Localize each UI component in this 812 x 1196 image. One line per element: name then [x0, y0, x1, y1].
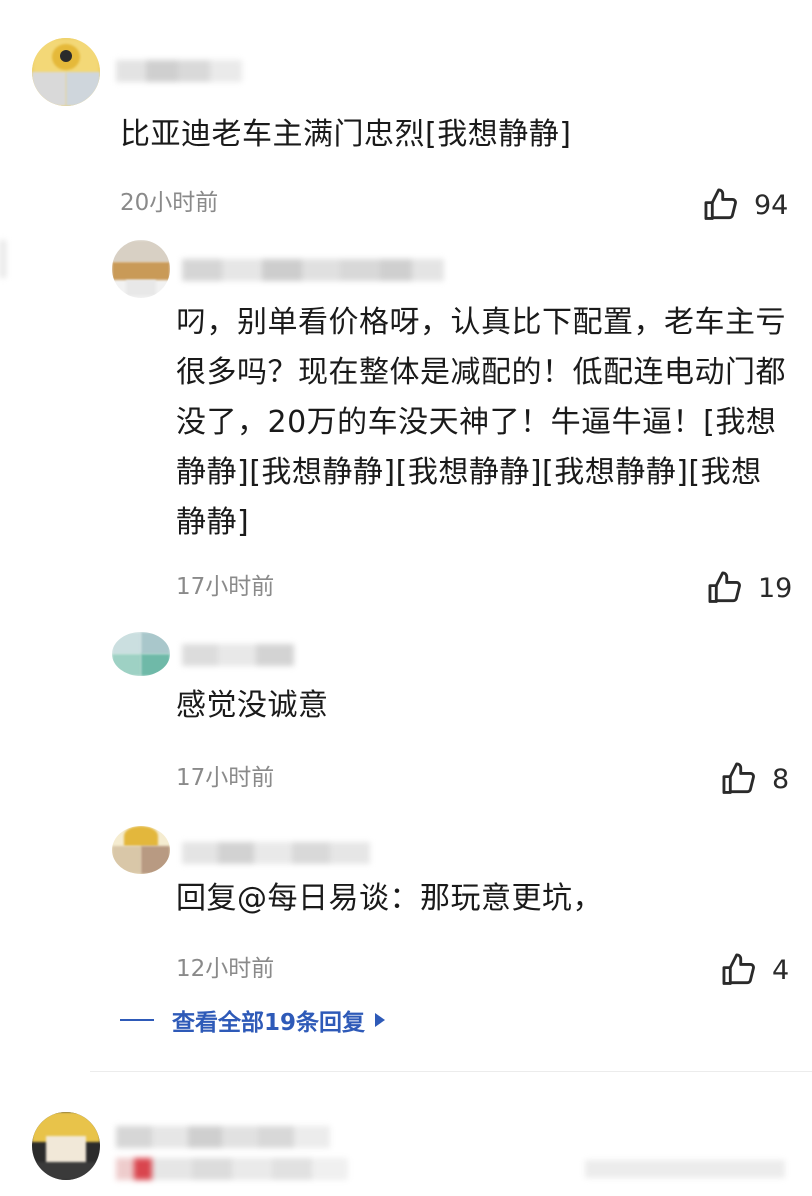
dash-line	[120, 1019, 154, 1021]
reply-text: 叼，别单看价格呀，认真比下配置，老车主亏很多吗？现在整体是减配的！低配连电动门都…	[176, 305, 786, 540]
blurred-content	[585, 1160, 785, 1178]
username-redacted[interactable]	[116, 1126, 330, 1148]
reply-avatar[interactable]	[112, 632, 170, 676]
view-all-label: 查看全部19条回复	[172, 1010, 366, 1036]
reply-time: 12小时前	[176, 956, 275, 982]
user-badge-redacted	[116, 1158, 348, 1180]
avatar[interactable]	[32, 1112, 100, 1180]
thumbs-up-icon	[702, 186, 740, 224]
reply-username-redacted[interactable]	[182, 644, 294, 666]
comment-text: 比亚迪老车主满门忠烈[我想静静]	[120, 117, 572, 152]
reply-text: 回复@每日易谈：那玩意更坑，	[176, 881, 603, 916]
reply-avatar[interactable]	[112, 826, 170, 874]
reply-username-redacted[interactable]	[182, 842, 370, 864]
edge-shadow	[0, 240, 6, 278]
username-redacted[interactable]	[116, 60, 242, 82]
view-all-replies-link[interactable]: 查看全部19条回复	[120, 1000, 386, 1040]
divider	[90, 1071, 812, 1072]
thumbs-up-icon	[706, 569, 744, 607]
like-button[interactable]: 19	[706, 569, 792, 607]
reply-text: 感觉没诚意	[176, 688, 329, 723]
triangle-right-icon	[375, 1013, 386, 1027]
reply-time: 17小时前	[176, 574, 275, 600]
comment-time: 20小时前	[120, 190, 219, 216]
reply-time: 17小时前	[176, 765, 275, 791]
reply-username-redacted[interactable]	[182, 259, 444, 281]
thumbs-up-icon	[720, 951, 758, 989]
like-button[interactable]: 4	[720, 951, 789, 989]
thumbs-up-icon	[720, 760, 758, 798]
avatar[interactable]	[32, 38, 100, 106]
like-button[interactable]: 8	[720, 760, 789, 798]
like-count: 4	[772, 954, 790, 986]
reply-avatar[interactable]	[112, 240, 170, 298]
like-count: 8	[772, 763, 790, 795]
like-count: 19	[758, 572, 793, 604]
like-count: 94	[754, 189, 789, 221]
like-button[interactable]: 94	[702, 186, 788, 224]
